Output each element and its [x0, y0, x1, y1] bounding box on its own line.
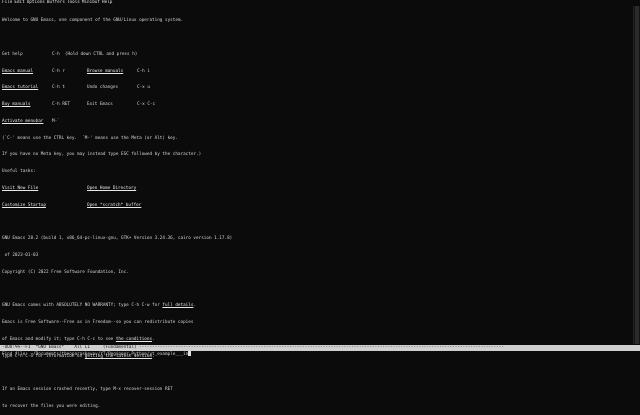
link-the-conditions[interactable]: the conditions: [116, 337, 152, 342]
link-customize-startup[interactable]: Customize Startup: [2, 203, 46, 209]
minibuffer[interactable]: Find file: ~/Documents/theoparaskevov/YT…: [0, 351, 640, 359]
key-emacs-tutorial: C-h t: [52, 85, 65, 91]
menu-file[interactable]: File: [2, 0, 12, 6]
link-emacs-tutorial[interactable]: Emacs tutorial: [2, 85, 38, 91]
get-help-label: Get help: [2, 51, 23, 57]
menu-options[interactable]: Options: [27, 0, 45, 6]
link-full-details[interactable]: full details: [162, 303, 193, 308]
version-line: GNU Emacs 28.2 (build 1, x86_64-pc-linux…: [2, 236, 233, 242]
key-undo-changes: C-x u: [137, 85, 150, 91]
find-file-input[interactable]: ~/Documents/theoparaskevov/YT/Beginner_P…: [30, 352, 188, 357]
scrollbar-thumb[interactable]: [635, 6, 639, 344]
welcome-line: Welcome to GNU Emacs, one component of t…: [2, 18, 184, 24]
link-emacs-manual[interactable]: Emacs manual: [2, 69, 33, 75]
link-activate-menubar[interactable]: Activate menubar: [2, 119, 43, 125]
link-browse-manuals[interactable]: Browse manuals: [87, 69, 123, 75]
crash-note-2: to recover the files you were editing.: [2, 404, 101, 410]
key-emacs-manual: C-h r: [52, 68, 65, 74]
version-date: of 2023-01-03: [2, 253, 39, 259]
text-cursor: [188, 351, 192, 356]
warranty-end: .: [193, 303, 197, 309]
key-browse-manuals: C-h i: [137, 68, 150, 74]
conditions-line: of Emacs and modify it; type C-h C-c to …: [2, 337, 622, 343]
link-open-scratch-buffer[interactable]: Open *scratch* buffer: [87, 203, 141, 209]
splash-buffer: Welcome to GNU Emacs, one component of t…: [2, 7, 622, 409]
link-buy-manuals[interactable]: Buy manuals: [2, 102, 30, 108]
ctrl-note: (`C-' means use the CTRL key. `M-' means…: [2, 135, 178, 141]
useful-tasks-heading: Useful tasks:: [2, 169, 36, 175]
link-open-home-directory[interactable]: Open Home Directory: [87, 186, 136, 192]
get-help-line: Get help C-h (Hold down CTRL and press h…: [2, 52, 622, 58]
warranty-line: GNU Emacs comes with ABSOLUTELY NO WARRA…: [2, 303, 622, 309]
meta-note: If you have no Meta key, you may instead…: [2, 152, 202, 158]
menu-bar: File Edit Options Buffers Tools Minibuf …: [0, 0, 640, 6]
exit-emacs-label: Exit Emacs: [87, 102, 113, 108]
warranty-text: GNU Emacs comes with ABSOLUTELY NO WARRA…: [2, 303, 163, 309]
minibuffer-prompt: Find file:: [2, 352, 31, 357]
copyright-line: Copyright (C) 2022 Free Software Foundat…: [2, 269, 129, 275]
get-help-key: C-h (Hold down CTRL and press h): [52, 51, 138, 57]
menu-help[interactable]: Help: [102, 0, 112, 6]
key-activate-menubar: M-`: [52, 118, 60, 124]
vertical-scrollbar[interactable]: [633, 6, 640, 344]
key-exit-emacs: C-x C-c: [137, 102, 156, 108]
free-software-line: Emacs is Free Software--Free as in Freed…: [2, 320, 194, 326]
menu-edit[interactable]: Edit: [14, 0, 24, 6]
conditions-end: .: [152, 337, 155, 343]
crash-note-1: If an Emacs session crashed recently, ty…: [2, 387, 173, 393]
menu-tools[interactable]: Tools: [67, 0, 80, 6]
conditions-text: of Emacs and modify it; type C-h C-c to …: [2, 337, 116, 343]
undo-changes-label: Undo changes: [87, 85, 119, 91]
menu-minibuf[interactable]: Minibuf: [82, 0, 100, 6]
key-buy-manuals: C-h RET: [52, 102, 71, 108]
link-visit-new-file[interactable]: Visit New File: [2, 186, 38, 192]
menu-buffers[interactable]: Buffers: [47, 0, 65, 6]
